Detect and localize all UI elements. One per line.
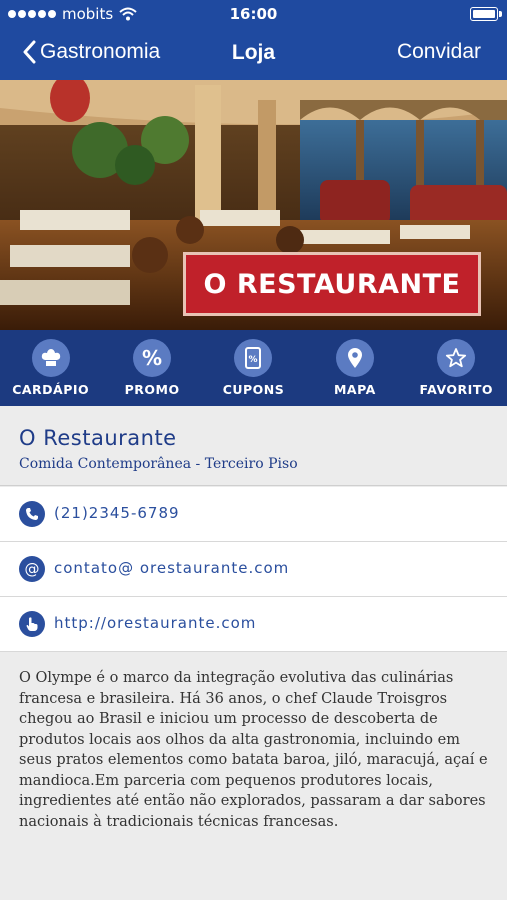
svg-text:%: % [249, 355, 258, 365]
phone-number: (21)2345-6789 [54, 504, 180, 522]
coupon-icon: % [234, 339, 273, 377]
hero-badge-text: O RESTAURANTE [183, 252, 481, 316]
map-pin-icon [335, 339, 374, 377]
at-sign-icon: @ [19, 556, 45, 582]
chef-hat-icon [31, 339, 70, 377]
hero-image: O RESTAURANTE [0, 80, 507, 330]
clock: 16:00 [229, 5, 278, 23]
status-bar: mobits 16:00 [0, 0, 507, 28]
store-subtitle: Comida Contemporânea - Terceiro Piso [19, 456, 298, 472]
email-address: contato@ orestaurante.com [54, 559, 290, 577]
phone-row[interactable]: (21)2345-6789 [0, 487, 507, 542]
website-row[interactable]: http://orestaurante.com [0, 597, 507, 652]
tab-mapa[interactable]: MAPA [304, 330, 405, 406]
store-header: O Restaurante Comida Contemporânea - Ter… [0, 406, 507, 486]
tab-label: FAVORITO [419, 382, 493, 397]
star-icon [437, 339, 476, 377]
tab-label: CUPONS [222, 382, 285, 397]
website-url: http://orestaurante.com [54, 614, 257, 632]
battery-icon [470, 7, 502, 21]
tab-cardapio[interactable]: CARDÁPIO [0, 330, 101, 406]
navigation-bar: Gastronomia Loja Convidar [0, 28, 507, 80]
action-tab-bar: CARDÁPIO % PROMO % CUPONS MAPA FAVORITO [0, 330, 507, 406]
store-description: O Olympe é o marco da integração evoluti… [19, 670, 488, 830]
store-name: O Restaurante [19, 426, 177, 450]
hero-badge: O RESTAURANTE [183, 252, 481, 316]
pointer-hand-icon [19, 611, 45, 637]
tab-cupons[interactable]: % CUPONS [203, 330, 304, 406]
percent-icon: % [133, 339, 172, 377]
email-row[interactable]: @ contato@ orestaurante.com [0, 542, 507, 597]
tab-promo[interactable]: % PROMO [101, 330, 202, 406]
phone-icon [19, 501, 45, 527]
tab-label: CARDÁPIO [12, 382, 90, 397]
tab-favorito[interactable]: FAVORITO [406, 330, 507, 406]
tab-label: PROMO [124, 382, 180, 397]
tab-label: MAPA [333, 382, 376, 397]
invite-button[interactable]: Convidar [397, 40, 481, 64]
